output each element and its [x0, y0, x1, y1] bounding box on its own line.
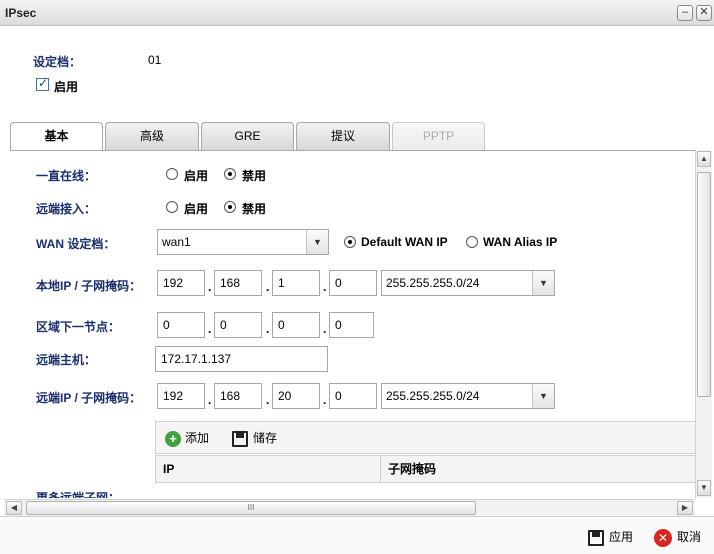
default-wan-ip-label: Default WAN IP: [361, 235, 448, 249]
ip-dot: .: [208, 280, 212, 294]
remote-ip-octet-4[interactable]: 0: [329, 383, 377, 409]
ip-dot: .: [323, 280, 327, 294]
tab-pptp: PPTP: [392, 122, 485, 150]
cancel-button-label: 取消: [677, 530, 702, 544]
chevron-down-icon: ▼: [532, 384, 554, 408]
horizontal-scroll-thumb[interactable]: III: [26, 501, 476, 515]
next-hop-octet-3[interactable]: 0: [272, 312, 320, 338]
scroll-down-icon[interactable]: ▼: [697, 480, 711, 496]
next-hop-octet-2[interactable]: 0: [214, 312, 262, 338]
local-ip-label: 本地IP / 子网掩码：: [36, 279, 142, 293]
wan-profile-value: wan1: [162, 235, 191, 249]
column-header-subnet-mask[interactable]: 子网掩码: [380, 456, 695, 482]
always-online-enable-radio[interactable]: [166, 168, 178, 180]
minimize-icon[interactable]: –: [677, 5, 693, 21]
wan-profile-select[interactable]: wan1 ▼: [157, 229, 329, 255]
more-remote-subnets-label: 更多远端子网：: [36, 491, 121, 498]
local-ip-octet-4[interactable]: 0: [329, 270, 377, 296]
remote-access-enable-label: 启用: [184, 202, 209, 216]
remote-mask-value: 255.255.255.0/24: [386, 389, 480, 403]
local-mask-value: 255.255.255.0/24: [386, 276, 480, 290]
enable-checkbox[interactable]: [36, 76, 49, 91]
ip-dot: .: [266, 393, 270, 407]
remote-access-label: 远端接入：: [36, 202, 97, 216]
remote-host-label: 远端主机：: [36, 353, 97, 367]
vertical-scroll-thumb[interactable]: [697, 172, 711, 397]
next-hop-octet-4[interactable]: 0: [329, 312, 374, 338]
save-icon: [588, 529, 604, 546]
add-button-label: 添加: [185, 431, 210, 445]
remote-ip-octet-2[interactable]: 168: [214, 383, 262, 409]
ip-dot: .: [208, 322, 212, 336]
chevron-down-icon: ▼: [532, 271, 554, 295]
local-ip-octet-3[interactable]: 1: [272, 270, 320, 296]
ip-dot: .: [323, 322, 327, 336]
tab-panel-border: [10, 150, 696, 151]
ip-dot: .: [266, 322, 270, 336]
next-hop-octet-1[interactable]: 0: [157, 312, 205, 338]
vertical-scrollbar[interactable]: ▲ ▼: [695, 150, 712, 498]
apply-button-label: 应用: [609, 530, 634, 544]
remote-access-disable-label: 禁用: [242, 202, 267, 216]
window-title: IPsec: [5, 6, 37, 20]
apply-button[interactable]: 应用: [588, 527, 633, 547]
tab-proposal[interactable]: 提议: [296, 122, 390, 150]
remote-ip-octet-3[interactable]: 20: [272, 383, 320, 409]
chevron-down-icon: ▼: [306, 230, 328, 254]
remote-mask-select[interactable]: 255.255.255.0/24 ▼: [381, 383, 555, 409]
subnet-table-header: IP 子网掩码: [155, 455, 696, 483]
save-icon: [232, 430, 248, 447]
column-header-ip[interactable]: IP: [156, 456, 380, 482]
profile-value: 01: [148, 53, 162, 67]
ip-dot: .: [266, 280, 270, 294]
ip-dot: .: [208, 393, 212, 407]
local-ip-octet-1[interactable]: 192: [157, 270, 205, 296]
dialog-footer: 应用 ✕ 取消: [0, 516, 714, 554]
horizontal-scrollbar[interactable]: ◀ III ▶: [4, 499, 695, 516]
scroll-left-icon[interactable]: ◀: [6, 501, 22, 515]
wan-alias-ip-label: WAN Alias IP: [483, 235, 558, 249]
window-titlebar: IPsec – ✕: [0, 0, 714, 26]
remote-host-input[interactable]: 172.17.1.137: [155, 346, 328, 372]
enable-label: 启用: [54, 80, 79, 94]
wan-profile-label: WAN 设定档：: [36, 237, 116, 251]
scroll-up-icon[interactable]: ▲: [697, 151, 711, 167]
wan-alias-ip-radio[interactable]: [466, 236, 478, 248]
always-online-disable-label: 禁用: [242, 169, 267, 183]
tab-advanced[interactable]: 高级: [105, 122, 199, 150]
add-icon: +: [165, 430, 181, 447]
ip-dot: .: [323, 393, 327, 407]
tab-basic[interactable]: 基本: [10, 122, 103, 151]
subnet-table-toolbar: + 添加 储存: [155, 421, 696, 454]
cancel-icon: ✕: [654, 528, 672, 547]
remote-ip-label: 远端IP / 子网掩码：: [36, 391, 142, 405]
default-wan-ip-radio[interactable]: [344, 236, 356, 248]
remote-ip-octet-1[interactable]: 192: [157, 383, 205, 409]
scroll-right-icon[interactable]: ▶: [677, 501, 693, 515]
remote-access-disable-radio[interactable]: [224, 201, 236, 213]
close-icon[interactable]: ✕: [696, 5, 712, 21]
cancel-button[interactable]: ✕ 取消: [654, 527, 701, 547]
save-table-button[interactable]: 储存: [232, 429, 277, 447]
always-online-label: 一直在线：: [36, 169, 97, 183]
save-table-button-label: 储存: [253, 431, 278, 445]
always-online-enable-label: 启用: [184, 169, 209, 183]
tab-gre[interactable]: GRE: [201, 122, 294, 150]
profile-label: 设定档：: [33, 55, 82, 69]
next-hop-label: 区域下一节点：: [36, 320, 121, 334]
local-ip-octet-2[interactable]: 168: [214, 270, 262, 296]
remote-access-enable-radio[interactable]: [166, 201, 178, 213]
add-button[interactable]: + 添加: [165, 429, 209, 447]
always-online-disable-radio[interactable]: [224, 168, 236, 180]
local-mask-select[interactable]: 255.255.255.0/24 ▼: [381, 270, 555, 296]
